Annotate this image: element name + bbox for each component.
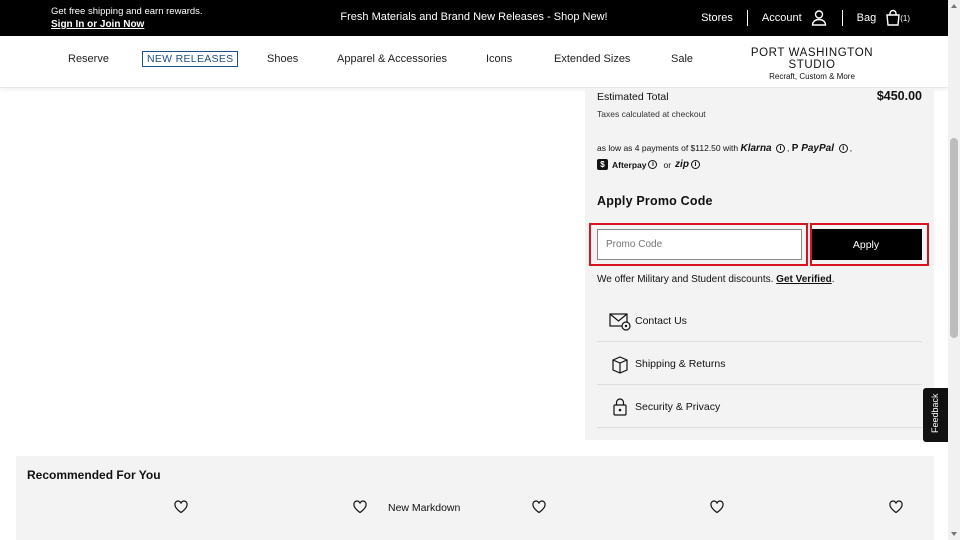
or-text: or xyxy=(663,159,672,170)
heart-icon[interactable] xyxy=(353,500,367,514)
installment-text: as low as 4 payments of $112.50 with xyxy=(597,143,739,153)
lock-icon xyxy=(613,397,627,416)
promo-code-input[interactable] xyxy=(597,229,802,260)
utility-links: Stores Account Bag (1) xyxy=(701,9,910,27)
recommended-section: Recommended For You New Markdown xyxy=(16,456,934,540)
account-link[interactable]: Account xyxy=(762,12,802,24)
feedback-tab[interactable]: Feedback xyxy=(923,388,948,442)
nav-item-sale[interactable]: Sale xyxy=(671,53,693,65)
afterpay-logo: Afterpay xyxy=(612,159,647,170)
info-icon[interactable]: i xyxy=(690,160,700,169)
nav-item-icons[interactable]: Icons xyxy=(486,53,512,65)
discount-text: We offer Military and Student discounts. xyxy=(597,274,774,285)
discount-note: We offer Military and Student discounts.… xyxy=(597,274,835,285)
heart-icon[interactable] xyxy=(532,500,546,514)
promo-heading: Apply Promo Code xyxy=(597,194,713,208)
new-markdown-badge: New Markdown xyxy=(388,502,461,514)
mail-icon xyxy=(609,312,631,331)
estimated-total-label: Estimated Total xyxy=(597,91,669,103)
estimated-total-value: $450.00 xyxy=(876,89,922,103)
heart-icon[interactable] xyxy=(889,500,903,514)
installment-options-2: $ Afterpay i or zip i xyxy=(597,159,702,170)
nav-item-reserve[interactable]: Reserve xyxy=(68,53,109,65)
nav-item-shoes[interactable]: Shoes xyxy=(267,53,298,65)
heart-icon[interactable] xyxy=(710,500,724,514)
apply-button[interactable]: Apply xyxy=(810,229,922,260)
scroll-thumb[interactable] xyxy=(950,138,958,338)
studio-title: PORT WASHINGTON STUDIO xyxy=(750,47,874,71)
shipping-returns-label: Shipping & Returns xyxy=(635,357,726,370)
zip-logo: zip xyxy=(675,159,689,170)
contact-us-label: Contact Us xyxy=(635,314,687,327)
page-scrollbar[interactable] xyxy=(948,0,960,540)
get-verified-link[interactable]: Get Verified xyxy=(776,274,832,285)
nav-item-extended-sizes[interactable]: Extended Sizes xyxy=(554,53,630,65)
studio-subtitle: Recraft, Custom & More xyxy=(769,72,855,81)
user-icon[interactable] xyxy=(810,9,828,27)
order-summary: Estimated Total $450.00 Taxes calculated… xyxy=(585,88,934,440)
shipping-returns-link[interactable]: Shipping & Returns xyxy=(597,343,922,385)
installment-options: as low as 4 payments of $112.50 with Kla… xyxy=(597,143,853,154)
security-privacy-link[interactable]: Security & Privacy xyxy=(597,386,922,428)
bag-count: (1) xyxy=(900,13,910,23)
heart-icon[interactable] xyxy=(174,500,188,514)
nav-item-apparel[interactable]: Apparel & Accessories xyxy=(337,53,447,65)
studio-link[interactable]: PORT WASHINGTON STUDIO Recraft, Custom &… xyxy=(737,47,887,81)
divider xyxy=(746,10,748,26)
bag-link[interactable]: Bag xyxy=(857,12,877,24)
box-icon xyxy=(612,355,628,374)
scroll-up-icon[interactable] xyxy=(951,4,957,8)
tax-note: Taxes calculated at checkout xyxy=(597,109,706,119)
top-banner: Get free shipping and earn rewards. Sign… xyxy=(0,0,948,36)
nav-item-new-releases[interactable]: NEW RELEASES xyxy=(142,51,239,67)
paypal-label: PayPal xyxy=(801,143,834,154)
feedback-label: Feedback xyxy=(930,393,940,433)
contact-us-link[interactable]: Contact Us xyxy=(597,300,922,342)
info-icon[interactable]: i xyxy=(776,144,785,154)
info-icon[interactable]: i xyxy=(838,144,848,154)
stores-link[interactable]: Stores xyxy=(701,12,733,24)
info-icon[interactable]: i xyxy=(648,160,658,169)
page: Get free shipping and earn rewards. Sign… xyxy=(0,0,960,540)
paypal-p-icon: P xyxy=(791,143,799,154)
paypal-logo: P PayPal xyxy=(792,143,837,154)
recommended-title: Recommended For You xyxy=(27,468,161,482)
main-nav: Reserve NEW RELEASES Shoes Apparel & Acc… xyxy=(0,36,948,88)
afterpay-badge-icon: $ xyxy=(597,159,608,170)
security-privacy-label: Security & Privacy xyxy=(635,400,721,413)
scroll-down-icon[interactable] xyxy=(951,532,957,536)
divider xyxy=(841,10,843,26)
klarna-logo: Klarna xyxy=(740,143,772,154)
